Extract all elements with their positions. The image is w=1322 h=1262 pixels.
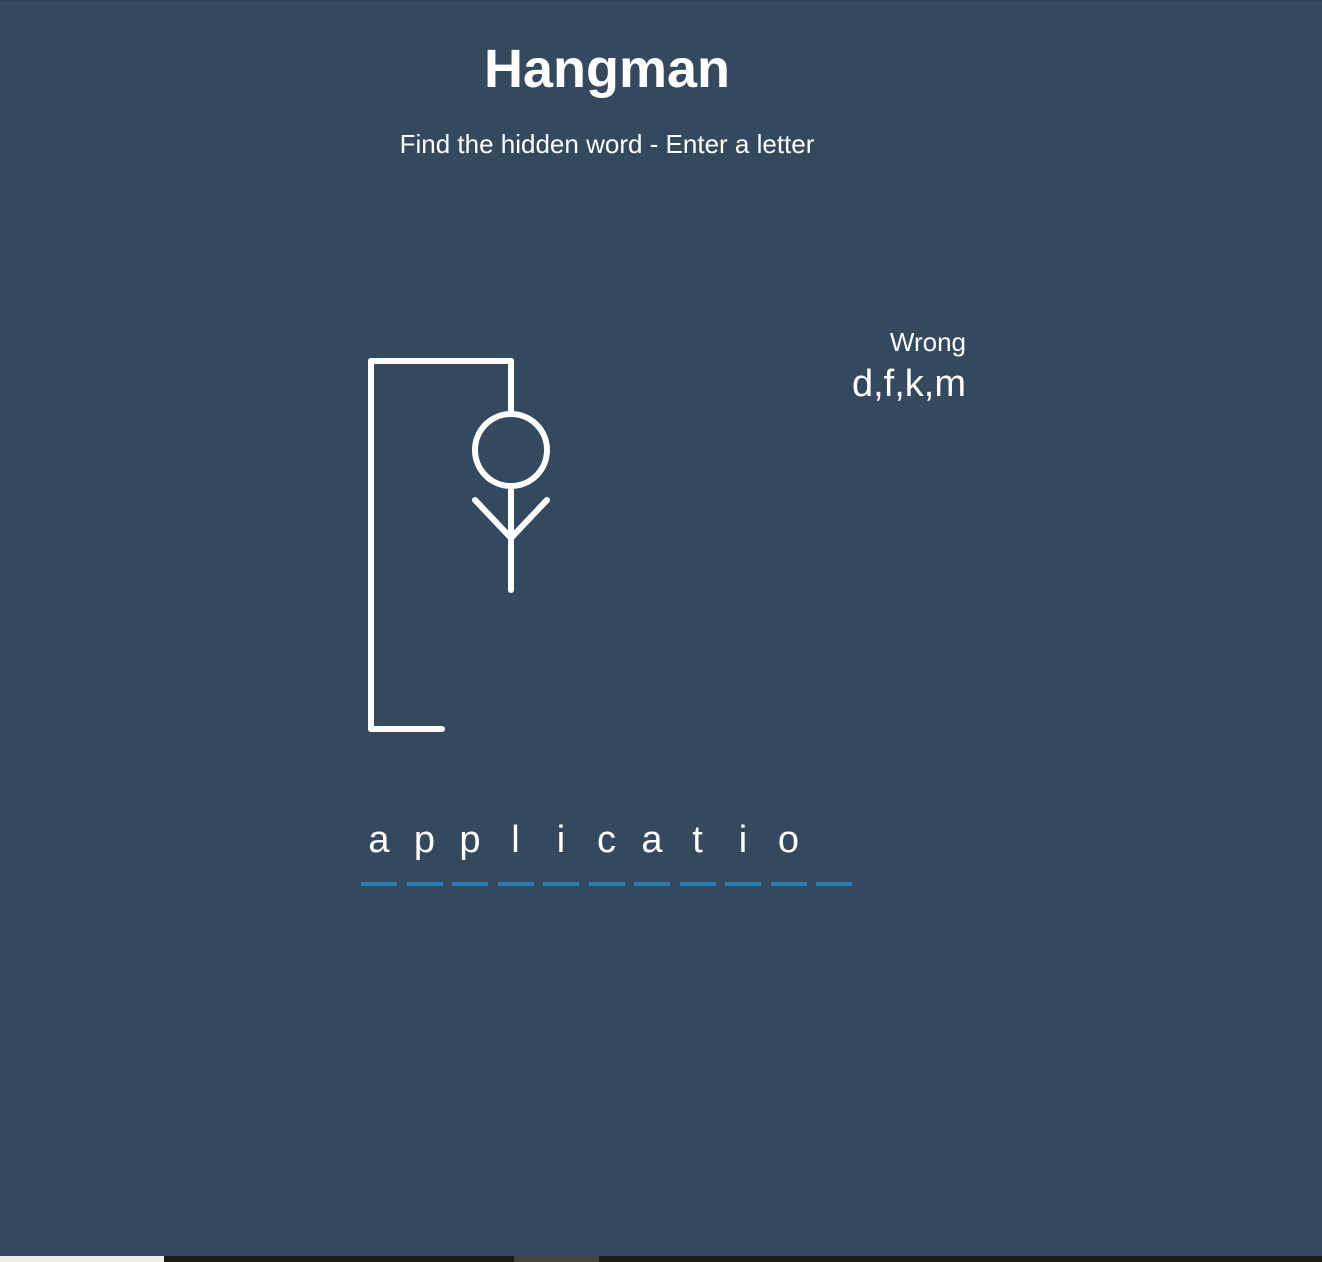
letter: c [597, 819, 616, 861]
wrong-letters-list: d,f,k,m [851, 363, 966, 405]
wrong-label: Wrong [889, 327, 966, 357]
letter: o [777, 819, 800, 861]
wrong-letters-panel: Wrong d,f,k,m [780, 325, 966, 407]
taskbar-segment [0, 1256, 164, 1262]
letter: a [641, 819, 663, 861]
scrollbar-thumb[interactable] [514, 1256, 599, 1262]
letter-slot: i [543, 816, 579, 886]
letter-slot: p [406, 816, 443, 886]
letter-slot: t [679, 816, 716, 886]
letter: i [556, 819, 566, 861]
letter-slot: a [361, 816, 397, 886]
letter: a [368, 819, 390, 861]
letter: l [511, 819, 520, 861]
word-display: a p p l i c a t i o [361, 816, 862, 886]
hangman-left-arm [472, 497, 514, 541]
letter: i [738, 819, 748, 861]
page-title: Hangman [483, 39, 731, 99]
letter-slot: a [634, 816, 670, 886]
letter-slot: c [588, 816, 625, 886]
letter-slot: i [725, 816, 761, 886]
letter-slot: p [452, 816, 488, 886]
letter-slot: o [770, 816, 807, 886]
hangman-head [472, 411, 550, 489]
letter: p [459, 819, 481, 861]
horizontal-scrollbar[interactable] [0, 1256, 1322, 1262]
letter-slot: l [497, 816, 534, 886]
letter: t [692, 819, 703, 861]
hangman-right-arm [508, 497, 550, 541]
hangman-figure [368, 358, 550, 732]
letter: p [413, 819, 436, 861]
game-instructions: Find the hidden word - Enter a letter [399, 129, 815, 159]
letter-slot [816, 816, 852, 886]
top-border [0, 0, 1322, 1]
